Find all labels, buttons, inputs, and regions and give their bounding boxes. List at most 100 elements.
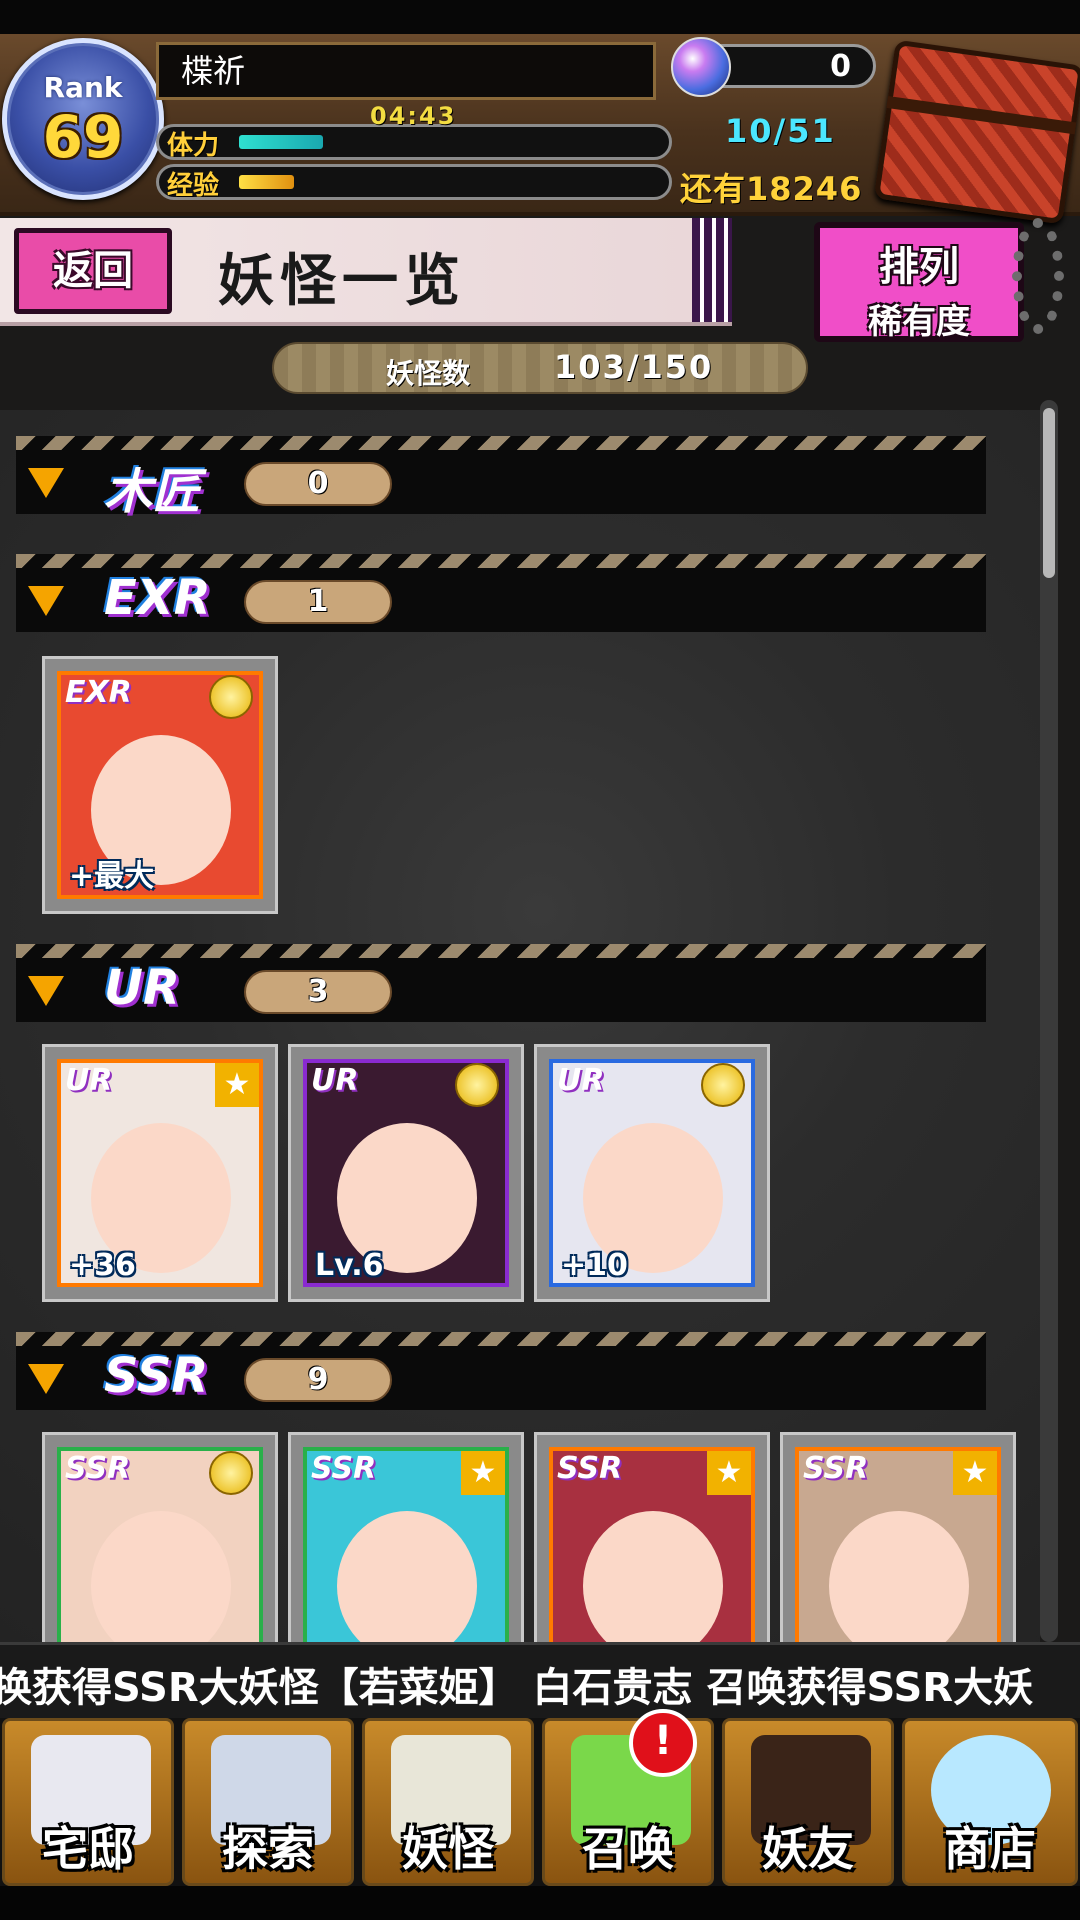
- orb-count: 0: [830, 49, 851, 84]
- top-bar: Rank 69 楪祈 体力 04:43 经验 0 10/51 还有18246: [0, 34, 1080, 225]
- collapse-arrow-icon: [28, 586, 64, 616]
- star-icon: ★: [461, 1451, 505, 1495]
- medal-icon: [209, 675, 253, 719]
- stamina-count: 10/51: [725, 112, 836, 150]
- back-button[interactable]: 返回: [14, 228, 172, 314]
- card-art: EXR +最大: [57, 671, 263, 899]
- card-rarity: SSR: [65, 1451, 131, 1486]
- nav-friends[interactable]: 妖友: [722, 1718, 894, 1886]
- card-rarity: UR: [311, 1063, 359, 1098]
- card-rarity: SSR: [803, 1451, 869, 1486]
- yokai-count: 妖怪数 103/150: [272, 342, 808, 394]
- exp-fill: [239, 175, 294, 189]
- status-bar: [0, 0, 1080, 34]
- gear-icon: [1012, 218, 1064, 334]
- rarity-label: EXR: [104, 570, 211, 626]
- nav-label: 妖怪: [402, 1822, 494, 1876]
- rank-value: 69: [42, 103, 124, 171]
- nav-label: 商店: [944, 1822, 1036, 1876]
- exp-bar: 经验: [156, 164, 672, 200]
- scrollbar[interactable]: [1040, 400, 1058, 1642]
- gift-box-icon[interactable]: [873, 39, 1080, 225]
- yokai-list[interactable]: 木匠 0 EXR 1 EXR +最大 UR 3 UR ★ +36 UR Lv.6…: [0, 410, 1040, 1642]
- yokai-portrait: [337, 1511, 477, 1642]
- rarity-count: 9: [244, 1358, 392, 1402]
- stamina-fill: [239, 135, 323, 149]
- nav-label: 召唤: [582, 1822, 674, 1876]
- card-art: UR Lv.6: [303, 1059, 509, 1287]
- medal-icon: [455, 1063, 499, 1107]
- star-icon: ★: [707, 1451, 751, 1495]
- star-icon: ★: [215, 1063, 259, 1107]
- nav-label: 妖友: [762, 1822, 854, 1876]
- rarity-count: 1: [244, 580, 392, 624]
- collapse-arrow-icon: [28, 468, 64, 498]
- yokai-card[interactable]: SSR ★: [288, 1432, 524, 1642]
- star-icon: ★: [953, 1451, 997, 1495]
- card-art: SSR ★: [549, 1447, 755, 1642]
- card-art: SSR ★: [303, 1447, 509, 1642]
- card-art: UR +10: [549, 1059, 755, 1287]
- yokai-card[interactable]: UR Lv.6: [288, 1044, 524, 1302]
- rarity-label: SSR: [104, 1348, 209, 1404]
- rank-badge[interactable]: Rank 69: [2, 38, 164, 200]
- system-nav-bar: [0, 1886, 1080, 1920]
- nav-yokai[interactable]: 妖怪: [362, 1718, 534, 1886]
- spirit-orb-icon: [671, 37, 731, 97]
- exp-label: 经验: [167, 171, 220, 200]
- rarity-label: UR: [104, 960, 180, 1016]
- rarity-count: 0: [244, 462, 392, 506]
- card-level: +10: [561, 1248, 628, 1283]
- news-ticker: 换获得SSR大妖怪【若菜姫】 白石贵志 召唤获得SSR大妖: [0, 1642, 1080, 1721]
- card-rarity: UR: [65, 1063, 113, 1098]
- nav-label: 探索: [222, 1822, 314, 1876]
- nav-explore[interactable]: 探索: [182, 1718, 354, 1886]
- nav-summon[interactable]: ! 召唤: [542, 1709, 714, 1886]
- stamina-timer: 04:43: [370, 102, 457, 130]
- nav-shop[interactable]: 商店: [902, 1718, 1078, 1886]
- medal-icon: [701, 1063, 745, 1107]
- scroll-thumb[interactable]: [1043, 408, 1055, 578]
- bottom-nav: 宅邸 探索 妖怪 ! 召唤 妖友 商店: [0, 1709, 1080, 1886]
- rarity-label: 木匠: [104, 464, 201, 520]
- card-level: Lv.6: [315, 1248, 384, 1283]
- yokai-card[interactable]: UR ★ +36: [42, 1044, 278, 1302]
- rarity-section-header[interactable]: 木匠 0: [16, 436, 986, 520]
- orb-counter[interactable]: 0: [671, 37, 876, 97]
- rarity-section-header[interactable]: EXR 1: [16, 554, 986, 632]
- nav-label: 宅邸: [42, 1822, 134, 1876]
- yokai-portrait: [829, 1511, 969, 1642]
- card-rarity: SSR: [557, 1451, 623, 1486]
- card-rarity: SSR: [311, 1451, 377, 1486]
- yokai-count-label: 妖怪数: [386, 357, 471, 390]
- collapse-arrow-icon: [28, 976, 64, 1006]
- sort-title: 排列: [879, 244, 959, 290]
- yokai-card[interactable]: UR +10: [534, 1044, 770, 1302]
- card-level: +36: [69, 1248, 136, 1283]
- nav-mansion[interactable]: 宅邸: [2, 1718, 174, 1886]
- yokai-count-value: 103/150: [554, 348, 714, 386]
- rarity-section-header[interactable]: UR 3: [16, 944, 986, 1022]
- player-name: 楪祈: [156, 42, 656, 100]
- rarity-count: 3: [244, 970, 392, 1014]
- yokai-portrait: [91, 1511, 231, 1642]
- card-art: UR ★ +36: [57, 1059, 263, 1287]
- yokai-card[interactable]: SSR ★: [534, 1432, 770, 1642]
- card-level: +最大: [69, 859, 155, 894]
- sort-button[interactable]: 排列 稀有度: [814, 222, 1024, 342]
- card-art: SSR: [57, 1447, 263, 1642]
- exp-remaining: 还有18246: [680, 170, 863, 208]
- sort-mode: 稀有度: [868, 302, 970, 342]
- card-art: SSR ★: [795, 1447, 1001, 1642]
- rarity-section-header[interactable]: SSR 9: [16, 1332, 986, 1410]
- collapse-arrow-icon: [28, 1364, 64, 1394]
- yokai-card[interactable]: EXR +最大: [42, 656, 278, 914]
- ticker-text: 换获得SSR大妖怪【若菜姫】 白石贵志 召唤获得SSR大妖: [0, 1665, 1034, 1711]
- medal-icon: [209, 1451, 253, 1495]
- yokai-card[interactable]: SSR: [42, 1432, 278, 1642]
- yokai-portrait: [583, 1511, 723, 1642]
- page-title: 妖怪一览: [218, 248, 466, 314]
- yokai-card[interactable]: SSR ★: [780, 1432, 1016, 1642]
- alert-badge: !: [629, 1709, 697, 1777]
- card-rarity: EXR: [65, 675, 132, 710]
